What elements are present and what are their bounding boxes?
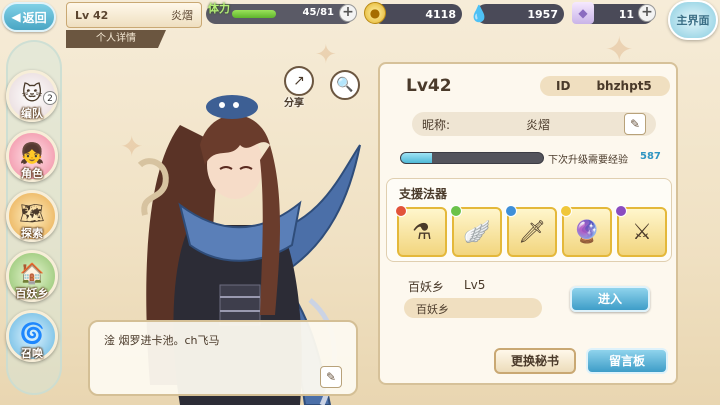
explore-icon: 🗺 <box>19 201 45 225</box>
stamina-bar: 体力 45/81 <box>206 2 354 24</box>
sidebar-item-team[interactable]: 🐱 2 编队 <box>6 70 58 122</box>
fire-element-icon <box>395 205 407 217</box>
nickname-value: 炎熠 <box>526 118 551 132</box>
team-count-badge: 2 <box>43 91 57 105</box>
main-menu-button[interactable]: 主界面 <box>668 0 718 40</box>
sidebar-item-label: 百妖乡 <box>15 287 49 300</box>
artifact-slot-4[interactable]: 🔮 <box>560 205 612 257</box>
support-artifacts-title: 支援法器 <box>399 187 448 201</box>
village-level: Lv5 <box>464 278 486 292</box>
sidebar-item-character[interactable]: 👧 角色 <box>6 130 58 182</box>
artifact-slot-3[interactable]: 🗡 <box>505 205 557 257</box>
player-id-pill: ID bhzhpt5 <box>540 76 670 96</box>
artifact-slot-2[interactable]: 🪽 <box>450 205 502 257</box>
edit-signature-button[interactable]: ✎ <box>320 366 342 388</box>
player-level: Lv 42 <box>75 8 109 22</box>
sidebar-item-label: 探索 <box>21 227 43 240</box>
main-menu-label: 主界面 <box>676 14 710 27</box>
village-name: 百妖乡 <box>408 280 445 294</box>
back-label: 返回 <box>22 10 47 25</box>
sidebar-item-explore[interactable]: 🗺 探索 <box>6 190 58 242</box>
player-level-bar: Lv 42 炎熠 <box>66 2 202 28</box>
sword-artifact-icon: 🗡 <box>518 219 546 245</box>
magnifier-icon: 🔍 <box>336 77 354 93</box>
id-value: bhzhpt5 <box>596 79 652 93</box>
edit-nickname-button[interactable]: ✎ <box>624 113 646 135</box>
share-label: 分享 <box>284 98 304 109</box>
blade-artifact-icon: ⚔ <box>632 219 652 245</box>
nickname-label: 昵称: <box>422 118 451 132</box>
wing-artifact-icon: 🪽 <box>463 219 491 245</box>
tab-personal-details[interactable]: 个人详情 <box>66 30 166 48</box>
exp-progress-fill <box>401 153 433 163</box>
exp-progress-bar <box>400 152 544 164</box>
artifact-slot-5[interactable]: ⚔ <box>615 205 667 257</box>
nickname-row: 昵称: 炎熠 <box>412 112 656 136</box>
share-button[interactable]: ↗ <box>284 66 314 96</box>
signature-text: 淦 烟罗进卡池。ch飞马 <box>104 334 220 347</box>
sidebar-item-summon[interactable]: 🌀 召唤 <box>6 310 58 362</box>
orb-artifact-icon: 🔮 <box>573 219 601 245</box>
artifact-slot-1[interactable]: ⚗ <box>395 205 447 257</box>
crystal-value: 11 <box>618 7 634 21</box>
message-board-button[interactable]: 留言板 <box>586 348 668 374</box>
share-icon: ↗ <box>293 73 305 89</box>
exp-needed-value: 587 <box>640 151 661 162</box>
id-label: ID <box>556 79 571 93</box>
sidebar-item-label: 召唤 <box>21 347 43 360</box>
signature-message-box: 淦 烟罗进卡池。ch飞马 <box>88 320 358 396</box>
stamina-value: 45/81 <box>302 7 334 18</box>
gold-value: 4118 <box>425 7 456 21</box>
light-element-icon <box>560 205 572 217</box>
pencil-icon: ✎ <box>629 117 641 131</box>
crystal-icon: ◆ <box>572 2 594 24</box>
village-icon: 🏠 <box>19 261 45 285</box>
add-crystal-button[interactable]: + <box>638 4 656 22</box>
water-drop-icon: 💧 <box>469 3 489 23</box>
water-element-icon <box>505 205 517 217</box>
village-name-pill: 百妖乡 <box>404 298 542 318</box>
summon-icon: 🌀 <box>19 321 45 345</box>
add-stamina-button[interactable]: + <box>339 4 357 22</box>
sidebar-item-village[interactable]: 🏠 百妖乡 <box>6 250 58 302</box>
change-secretary-button[interactable]: 更换秘书 <box>494 348 576 374</box>
player-name: 炎熠 <box>171 9 193 22</box>
stamina-label: 体力 <box>208 2 230 15</box>
gem-value: 1957 <box>527 7 558 21</box>
support-artifacts-section: 支援法器 ⚗ 🪽 🗡 🔮 ⚔ <box>386 178 672 262</box>
village-pill-text: 百妖乡 <box>416 303 449 316</box>
coin-icon: ● <box>364 2 386 24</box>
back-button[interactable]: ◀ 返回 <box>2 2 56 32</box>
profile-info-panel: Lv42 ID bhzhpt5 昵称: 炎熠 ✎ 下次升级需要经验 587 支援… <box>378 62 678 385</box>
search-button[interactable]: 🔍 <box>330 70 360 100</box>
sparkle-decoration: ✦ <box>315 40 337 70</box>
back-arrow-icon: ◀ <box>11 10 21 24</box>
potion-artifact-icon: ⚗ <box>412 219 432 245</box>
dark-element-icon <box>615 205 627 217</box>
character-icon: 👧 <box>19 141 45 165</box>
sidebar-item-label: 编队 <box>21 107 43 120</box>
stamina-fill <box>232 10 276 18</box>
pencil-icon: ✎ <box>325 370 337 384</box>
profile-level: Lv42 <box>406 76 452 96</box>
wind-element-icon <box>450 205 462 217</box>
enter-village-button[interactable]: 进入 <box>570 286 650 312</box>
sidebar-item-label: 角色 <box>21 167 43 180</box>
exp-caption: 下次升级需要经验 <box>548 155 628 166</box>
